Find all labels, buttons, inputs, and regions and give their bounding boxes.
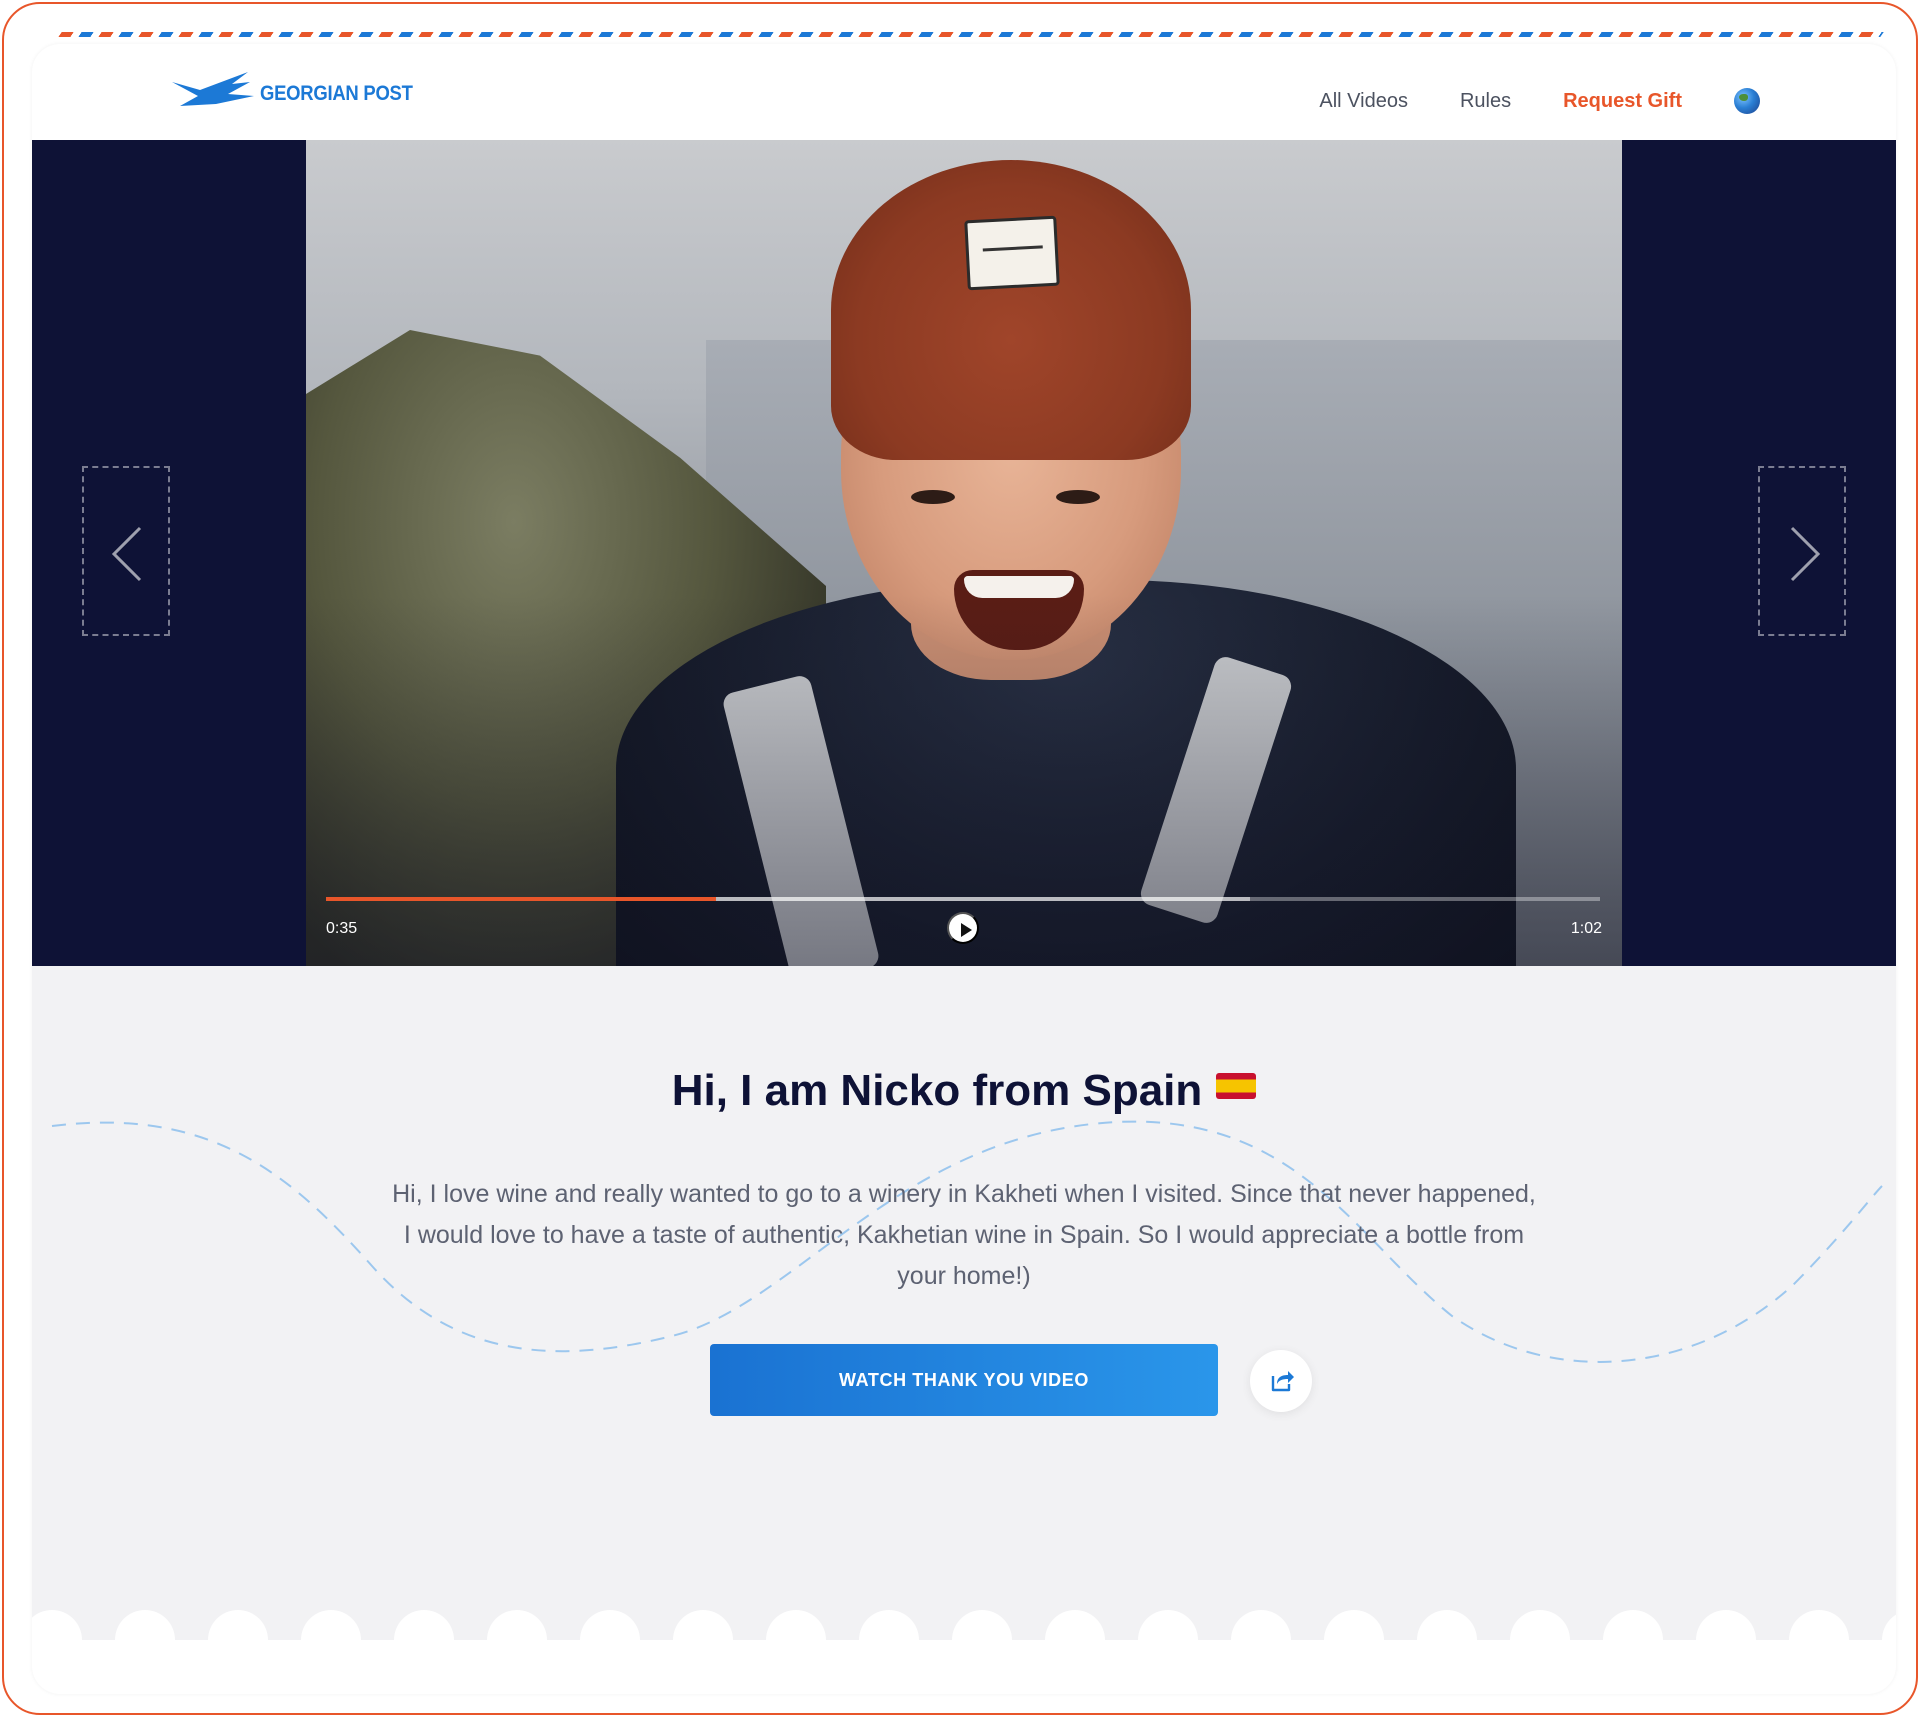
progress-played — [326, 897, 716, 901]
page-title: Hi, I am Nicko from Spain — [32, 1066, 1896, 1116]
share-button[interactable] — [1250, 1350, 1312, 1412]
perforation-hole — [1324, 1610, 1384, 1670]
perforation-hole — [766, 1610, 826, 1670]
site-header: GEORGIAN POST All Videos Rules Request G… — [32, 44, 1896, 140]
perforation-hole — [673, 1610, 733, 1670]
perforation-hole — [580, 1610, 640, 1670]
play-button[interactable] — [947, 912, 979, 944]
chevron-right-icon — [1790, 526, 1821, 582]
airmail-border — [58, 32, 1884, 37]
perforation-hole — [301, 1610, 361, 1670]
perforation-hole — [859, 1610, 919, 1670]
logo-text: GEORGIAN POST — [260, 82, 413, 105]
main-nav: All Videos Rules Request Gift — [1267, 88, 1760, 114]
globe-icon[interactable] — [1734, 88, 1760, 114]
main-card: GEORGIAN POST All Videos Rules Request G… — [32, 44, 1896, 1694]
current-time: 0:35 — [326, 920, 358, 937]
perforation-hole — [1882, 1610, 1896, 1670]
profile-description: Hi, I love wine and really wanted to go … — [392, 1180, 1536, 1290]
perforation-hole — [1789, 1610, 1849, 1670]
profile-section: Hi, I am Nicko from Spain Hi, I love win… — [32, 966, 1896, 1610]
share-icon — [1271, 1371, 1294, 1392]
next-video-button[interactable] — [1758, 466, 1846, 636]
video-overlay-gradient — [306, 140, 1622, 966]
perforation-hole — [115, 1610, 175, 1670]
nav-rules[interactable]: Rules — [1460, 90, 1511, 113]
perforation-hole — [1045, 1610, 1105, 1670]
title-text: Hi, I am Nicko from Spain — [671, 1066, 1203, 1115]
nav-all-videos[interactable]: All Videos — [1319, 90, 1408, 113]
spain-flag-icon — [1216, 1073, 1257, 1099]
perforation-hole — [1696, 1610, 1756, 1670]
perforation-hole — [394, 1610, 454, 1670]
chevron-left-icon — [111, 526, 142, 582]
perforation-hole — [487, 1610, 547, 1670]
perforation-hole — [208, 1610, 268, 1670]
perforation-hole — [1417, 1610, 1477, 1670]
logo[interactable]: GEORGIAN POST — [172, 70, 433, 110]
prev-video-button[interactable] — [82, 466, 170, 636]
nav-request-gift[interactable]: Request Gift — [1563, 90, 1682, 113]
video-player: 0:35 1:02 — [32, 140, 1896, 966]
duration: 1:02 — [1570, 920, 1602, 937]
progress-bar[interactable] — [326, 897, 1600, 901]
bird-logo-icon — [172, 72, 254, 106]
page-frame: GEORGIAN POST All Videos Rules Request G… — [2, 2, 1918, 1715]
watch-thank-you-video-button[interactable]: WATCH THANK YOU VIDEO — [710, 1344, 1218, 1416]
perforation-hole — [1138, 1610, 1198, 1670]
perforation-hole — [1231, 1610, 1291, 1670]
video-frame[interactable]: 0:35 1:02 — [306, 140, 1622, 966]
perforation-hole — [952, 1610, 1012, 1670]
perforation-hole — [1603, 1610, 1663, 1670]
perforation-hole — [32, 1610, 82, 1670]
stamp-edge-decoration — [32, 1610, 1896, 1670]
perforation-hole — [1510, 1610, 1570, 1670]
